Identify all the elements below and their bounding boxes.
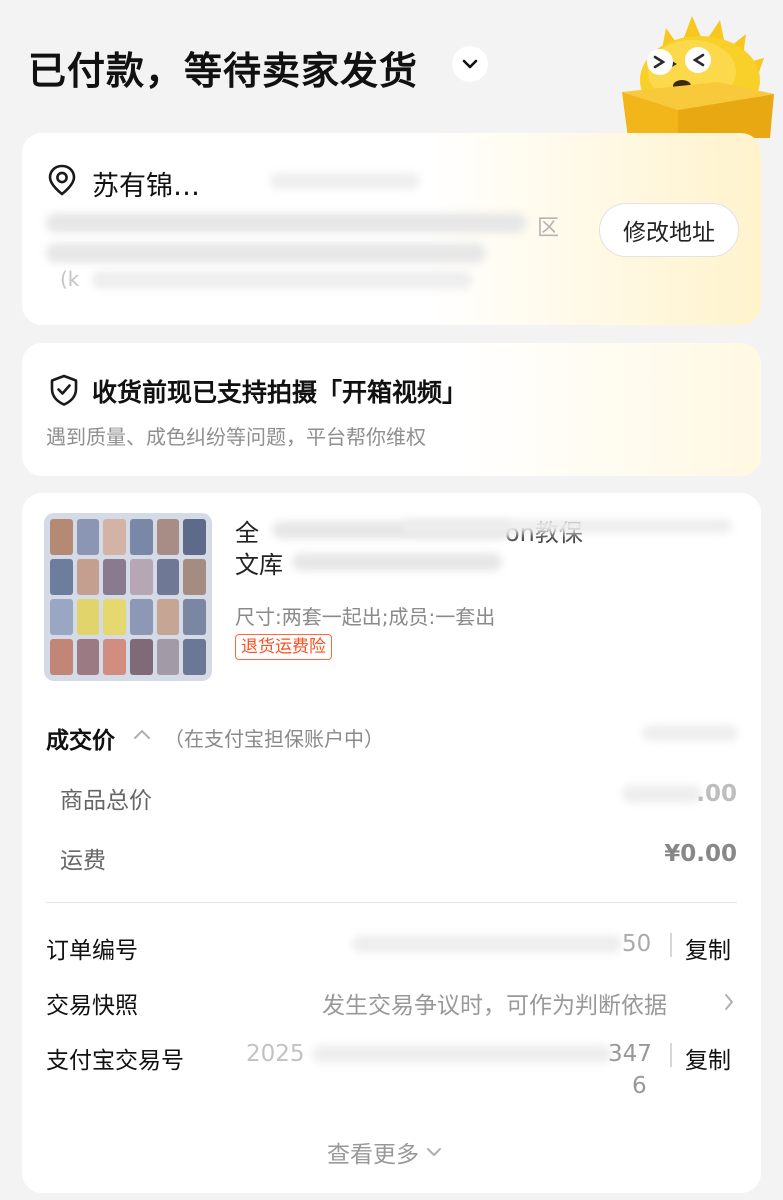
redacted-goods-total <box>622 785 702 803</box>
redacted-alipay-trade-number <box>312 1045 612 1063</box>
copy-alipay-trade-number-button[interactable]: 复制 <box>685 1041 731 1075</box>
chevron-up-icon[interactable] <box>132 727 152 741</box>
snapshot-label: 交易快照 <box>46 993 138 1019</box>
redacted-product-title-1b <box>402 519 732 533</box>
shield-check-icon <box>50 374 78 406</box>
copy-separator <box>670 1043 672 1067</box>
redacted-order-number <box>352 935 622 953</box>
unboxing-video-subtitle: 遇到质量、成色纠纷等问题，平台帮你维权 <box>46 425 426 449</box>
redacted-total-price <box>642 725 738 741</box>
location-pin-icon <box>48 164 76 196</box>
redacted-address-line-2 <box>46 243 486 263</box>
recipient-name: 苏有锦… <box>92 171 200 202</box>
address-line-fragment: 区 <box>537 216 560 241</box>
product-thumbnail[interactable] <box>44 513 212 681</box>
redacted-phone <box>270 173 420 189</box>
chevron-down-icon <box>462 59 478 69</box>
alipay-trade-number-tail: 347 <box>608 1041 652 1067</box>
product-title-line-2: 文库 <box>235 551 283 579</box>
address-line-3-fragment: (k <box>60 267 80 291</box>
alipay-trade-number-wrap: 6 <box>632 1073 647 1099</box>
unboxing-video-card[interactable]: 收货前现已支持拍摄「开箱视频」 遇到质量、成色纠纷等问题，平台帮你维权 <box>22 343 761 476</box>
alipay-trade-number-head: 2025 <box>246 1041 305 1067</box>
unboxing-video-title: 收货前现已支持拍摄「开箱视频」 <box>92 378 468 407</box>
order-detail-card: 全 on教保 文库 尺寸:两套一起出;成员:一套出 退货运费险 成交价 （在支付… <box>22 493 761 1193</box>
mascot-illustration <box>622 16 774 138</box>
view-more-button[interactable]: 查看更多 <box>327 1136 443 1168</box>
chevron-down-icon <box>427 1148 441 1156</box>
view-more-label: 查看更多 <box>327 1142 419 1168</box>
copy-separator <box>670 933 672 957</box>
order-number-value: 50 <box>622 931 652 957</box>
order-status-header: 已付款，等待卖家发货 <box>0 0 783 138</box>
product-spec: 尺寸:两套一起出;成员:一套出 <box>235 605 496 629</box>
edit-address-button[interactable]: 修改地址 <box>599 203 739 257</box>
goods-total-value: .00 <box>696 781 737 807</box>
transaction-price-label[interactable]: 成交价 <box>46 721 115 755</box>
redacted-address-line-1 <box>46 213 526 233</box>
shipping-fee-label: 运费 <box>60 848 106 874</box>
redacted-address-line-3 <box>92 271 472 289</box>
redacted-product-title-2 <box>292 553 502 571</box>
copy-order-number-button[interactable]: 复制 <box>685 931 731 965</box>
order-number-label: 订单编号 <box>46 938 138 964</box>
product-title-line-1: 全 <box>235 519 259 547</box>
section-divider <box>46 902 737 903</box>
alipay-trade-number-label: 支付宝交易号 <box>46 1048 184 1074</box>
address-card[interactable]: 苏有锦… 区 (k 修改地址 <box>22 133 761 325</box>
snapshot-value[interactable]: 发生交易争议时，可作为判断依据 <box>322 986 667 1020</box>
order-status-title: 已付款，等待卖家发货 <box>28 49 419 93</box>
status-expand-button[interactable] <box>452 46 488 82</box>
escrow-hint: （在支付宝担保账户中） <box>164 727 384 751</box>
return-shipping-insurance-badge: 退货运费险 <box>235 634 332 660</box>
shipping-fee-value: ¥0.00 <box>664 841 737 867</box>
goods-total-label: 商品总价 <box>60 788 152 814</box>
chevron-right-icon[interactable] <box>722 991 736 1013</box>
